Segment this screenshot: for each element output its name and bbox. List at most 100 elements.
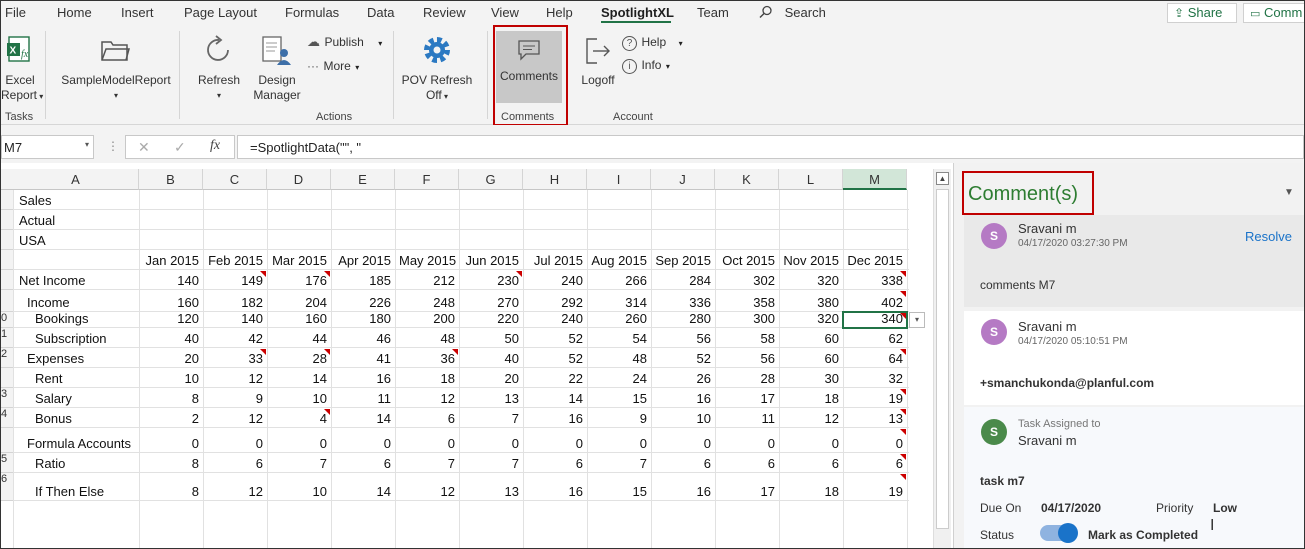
data-cell[interactable]: 14 bbox=[331, 411, 395, 426]
share-button[interactable]: ⇪ Share bbox=[1167, 3, 1237, 23]
menu-data[interactable]: Data bbox=[367, 5, 394, 20]
data-cell[interactable]: 0 bbox=[267, 436, 331, 451]
excel-report-button[interactable]: X fx Excel Report ▾ bbox=[1, 31, 43, 106]
data-cell[interactable]: 26 bbox=[651, 371, 715, 386]
data-cell[interactable]: 50 bbox=[459, 331, 523, 346]
data-cell[interactable]: 0 bbox=[779, 436, 843, 451]
data-cell[interactable]: 300 bbox=[715, 311, 779, 326]
menu-review[interactable]: Review bbox=[423, 5, 466, 20]
data-cell[interactable]: 11 bbox=[331, 391, 395, 406]
column-header-l[interactable]: L bbox=[779, 169, 843, 190]
data-cell[interactable]: Jul 2015 bbox=[523, 253, 587, 268]
data-cell[interactable]: 14 bbox=[523, 391, 587, 406]
data-cell[interactable]: 7 bbox=[459, 411, 523, 426]
data-cell[interactable]: 20 bbox=[139, 351, 203, 366]
row-label[interactable]: Rent bbox=[31, 371, 66, 386]
cancel-icon[interactable]: ✕ bbox=[138, 139, 150, 156]
row-label[interactable]: Subscription bbox=[31, 331, 111, 346]
row-header[interactable]: 4 bbox=[1, 408, 13, 428]
row-label[interactable]: Ratio bbox=[31, 456, 69, 471]
row-header[interactable] bbox=[1, 250, 13, 270]
data-cell[interactable]: 10 bbox=[267, 391, 331, 406]
data-cell[interactable]: 4 bbox=[267, 411, 331, 426]
data-cell[interactable]: 12 bbox=[203, 371, 267, 386]
data-cell[interactable]: 32 bbox=[843, 371, 907, 386]
data-cell[interactable]: 0 bbox=[843, 436, 907, 451]
menu-formulas[interactable]: Formulas bbox=[285, 5, 339, 20]
data-cell[interactable]: 41 bbox=[331, 351, 395, 366]
data-cell[interactable]: 19 bbox=[843, 484, 907, 499]
enter-check-icon[interactable]: ✓ bbox=[174, 139, 186, 156]
data-cell[interactable]: 24 bbox=[587, 371, 651, 386]
row-label[interactable]: If Then Else bbox=[31, 484, 108, 499]
row-header[interactable] bbox=[1, 190, 13, 210]
data-cell[interactable]: 0 bbox=[395, 436, 459, 451]
data-cell[interactable]: 30 bbox=[779, 371, 843, 386]
row-label[interactable]: Bonus bbox=[31, 411, 76, 426]
data-cell[interactable]: 7 bbox=[587, 456, 651, 471]
cell-dropdown-icon[interactable]: ▾ bbox=[909, 312, 925, 328]
data-cell[interactable]: Oct 2015 bbox=[715, 253, 779, 268]
data-cell[interactable]: 15 bbox=[587, 484, 651, 499]
data-cell[interactable]: 120 bbox=[139, 311, 203, 326]
column-header-g[interactable]: G bbox=[459, 169, 523, 190]
data-cell[interactable]: 358 bbox=[715, 295, 779, 310]
data-cell[interactable]: 6 bbox=[203, 456, 267, 471]
data-cell[interactable]: 10 bbox=[267, 484, 331, 499]
data-cell[interactable]: 338 bbox=[843, 273, 907, 288]
select-all-corner[interactable] bbox=[1, 169, 13, 190]
data-cell[interactable]: 6 bbox=[843, 456, 907, 471]
column-header-k[interactable]: K bbox=[715, 169, 779, 190]
data-cell[interactable]: 176 bbox=[267, 273, 331, 288]
row-header[interactable] bbox=[1, 210, 13, 230]
data-cell[interactable]: 60 bbox=[779, 331, 843, 346]
menu-page-layout[interactable]: Page Layout bbox=[184, 5, 257, 20]
menu-insert[interactable]: Insert bbox=[121, 5, 154, 20]
data-cell[interactable]: Apr 2015 bbox=[331, 253, 395, 268]
menu-help[interactable]: Help bbox=[546, 5, 573, 20]
data-cell[interactable]: 48 bbox=[587, 351, 651, 366]
row-header[interactable] bbox=[1, 270, 13, 290]
data-cell[interactable]: 16 bbox=[331, 371, 395, 386]
row-header[interactable] bbox=[1, 290, 13, 312]
data-cell[interactable]: 140 bbox=[203, 311, 267, 326]
row-label[interactable]: Actual bbox=[15, 213, 59, 228]
menu-home[interactable]: Home bbox=[57, 5, 92, 20]
data-cell[interactable]: 149 bbox=[203, 273, 267, 288]
data-cell[interactable]: Dec 2015 bbox=[843, 253, 907, 268]
column-header-b[interactable]: B bbox=[139, 169, 203, 190]
row-label[interactable]: Net Income bbox=[15, 273, 89, 288]
row-label[interactable]: Bookings bbox=[31, 311, 92, 326]
data-cell[interactable]: 0 bbox=[715, 436, 779, 451]
data-cell[interactable]: Sep 2015 bbox=[651, 253, 715, 268]
data-cell[interactable]: 212 bbox=[395, 273, 459, 288]
data-cell[interactable]: 11 bbox=[715, 411, 779, 426]
data-cell[interactable]: 314 bbox=[587, 295, 651, 310]
data-cell[interactable]: 6 bbox=[651, 456, 715, 471]
data-cell[interactable]: 140 bbox=[139, 273, 203, 288]
row-label[interactable]: Income bbox=[23, 295, 74, 310]
data-cell[interactable]: 13 bbox=[459, 391, 523, 406]
data-cell[interactable]: 12 bbox=[395, 484, 459, 499]
comments-top-button[interactable]: ▭ Comm bbox=[1243, 3, 1304, 23]
pov-refresh-button[interactable]: POV Refresh Off ▾ bbox=[401, 31, 473, 106]
row-header[interactable]: 1 bbox=[1, 328, 13, 348]
search-box[interactable]: Search bbox=[759, 5, 826, 20]
data-cell[interactable]: 10 bbox=[139, 371, 203, 386]
data-cell[interactable]: 17 bbox=[715, 484, 779, 499]
menu-file[interactable]: File bbox=[5, 5, 26, 20]
data-cell[interactable]: 64 bbox=[843, 351, 907, 366]
data-cell[interactable]: 270 bbox=[459, 295, 523, 310]
column-header-e[interactable]: E bbox=[331, 169, 395, 190]
data-cell[interactable]: 6 bbox=[715, 456, 779, 471]
column-header-c[interactable]: C bbox=[203, 169, 267, 190]
selected-cell[interactable] bbox=[842, 311, 908, 329]
data-cell[interactable]: 8 bbox=[139, 391, 203, 406]
row-header[interactable] bbox=[1, 230, 13, 250]
data-cell[interactable]: 402 bbox=[843, 295, 907, 310]
data-cell[interactable]: 40 bbox=[459, 351, 523, 366]
more-button[interactable]: ··· More ▾ bbox=[307, 57, 377, 77]
data-cell[interactable]: 52 bbox=[651, 351, 715, 366]
data-cell[interactable]: 52 bbox=[523, 351, 587, 366]
column-header-i[interactable]: I bbox=[587, 169, 651, 190]
